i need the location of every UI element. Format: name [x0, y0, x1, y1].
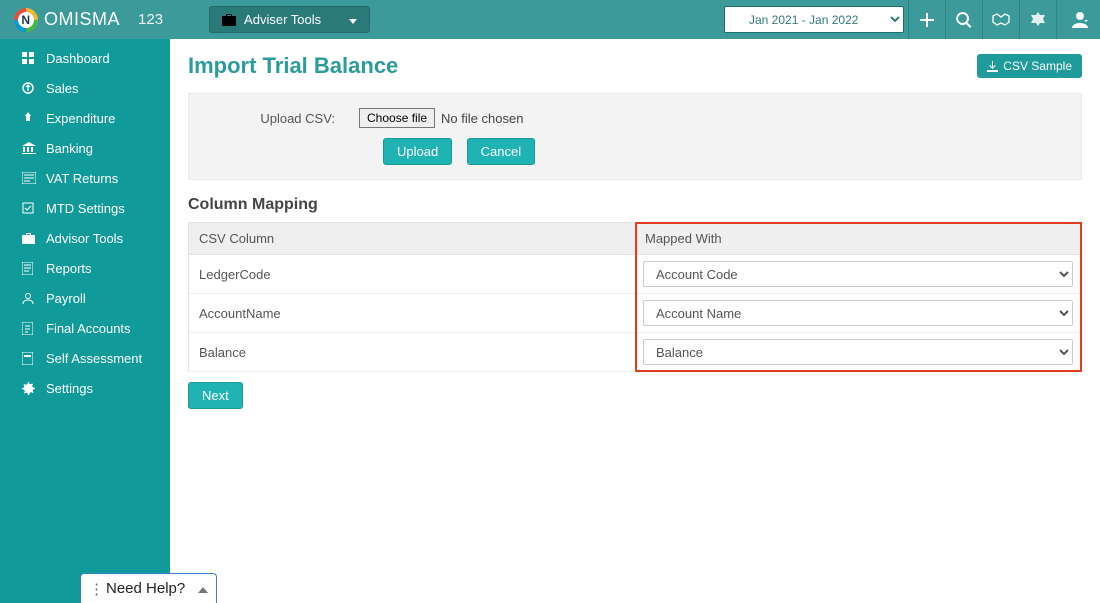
main-content: Import Trial Balance CSV Sample Upload C…: [170, 39, 1100, 603]
mapping-row: LedgerCode Account Code: [189, 255, 1082, 294]
crest-button[interactable]: [1019, 0, 1056, 39]
gear-icon: [22, 382, 42, 395]
brand-text: OMISMA: [44, 9, 120, 30]
sidebar-item-label: Dashboard: [46, 51, 110, 66]
mapping-row: AccountName Account Name: [189, 294, 1082, 333]
adviser-tools-dropdown[interactable]: Adviser Tools: [209, 6, 370, 33]
drag-handle-icon: ⋮: [89, 580, 102, 598]
download-icon: [987, 61, 998, 72]
adviser-tools-label: Adviser Tools: [244, 12, 321, 27]
briefcase-icon: [22, 233, 42, 244]
no-file-chosen-text: No file chosen: [441, 111, 523, 126]
sidebar-item-label: MTD Settings: [46, 201, 125, 216]
mapped-with-select[interactable]: Account Name: [643, 300, 1073, 326]
expenditure-icon: [22, 112, 42, 124]
cancel-button[interactable]: Cancel: [467, 138, 535, 165]
topbar: N OMISMA 123 Adviser Tools Jan 2021 - Ja…: [0, 0, 1100, 39]
page-title: Import Trial Balance: [188, 53, 398, 79]
sidebar-item-label: Sales: [46, 81, 79, 96]
csv-sample-label: CSV Sample: [1003, 59, 1072, 73]
csv-column-cell: AccountName: [189, 294, 636, 333]
topbar-right: Jan 2021 - Jan 2022: [724, 0, 1100, 39]
page-header: Import Trial Balance CSV Sample: [188, 53, 1082, 79]
final-accounts-icon: [22, 322, 42, 335]
sidebar-item-advisor-tools[interactable]: Advisor Tools: [0, 223, 170, 253]
mapped-with-select[interactable]: Account Code: [643, 261, 1073, 287]
upload-csv-label: Upload CSV:: [209, 111, 359, 126]
sidebar-item-expenditure[interactable]: Expenditure: [0, 103, 170, 133]
sidebar-item-label: Banking: [46, 141, 93, 156]
sidebar-item-label: Reports: [46, 261, 92, 276]
reports-icon: [22, 262, 42, 275]
client-code: 123: [138, 11, 163, 28]
need-help-label: Need Help?: [106, 580, 185, 597]
mapped-with-header: Mapped With: [635, 223, 1082, 255]
mapped-with-select[interactable]: Balance: [643, 339, 1073, 365]
vat-icon: [22, 172, 42, 184]
sales-icon: [22, 82, 42, 94]
column-mapping-title: Column Mapping: [188, 196, 1082, 214]
upload-panel: Upload CSV: Choose file No file chosen U…: [188, 93, 1082, 180]
sidebar: Dashboard Sales Expenditure Banking VAT …: [0, 39, 170, 603]
csv-column-cell: Balance: [189, 333, 636, 372]
caret-down-icon: [349, 12, 357, 27]
chevron-up-icon: [198, 580, 208, 597]
sidebar-item-final-accounts[interactable]: Final Accounts: [0, 313, 170, 343]
sidebar-item-label: Final Accounts: [46, 321, 131, 336]
add-button[interactable]: [908, 0, 945, 39]
sidebar-item-label: Payroll: [46, 291, 86, 306]
upload-button[interactable]: Upload: [383, 138, 452, 165]
logo: N OMISMA: [0, 8, 120, 32]
sidebar-item-vat-returns[interactable]: VAT Returns: [0, 163, 170, 193]
next-button[interactable]: Next: [188, 382, 243, 409]
sidebar-item-label: Expenditure: [46, 111, 115, 126]
mtd-icon: [22, 202, 42, 214]
sidebar-item-dashboard[interactable]: Dashboard: [0, 43, 170, 73]
need-help-widget[interactable]: ⋮ Need Help?: [80, 573, 217, 603]
sidebar-item-label: VAT Returns: [46, 171, 118, 186]
csv-column-cell: LedgerCode: [189, 255, 636, 294]
mapping-row: Balance Balance: [189, 333, 1082, 372]
payroll-icon: [22, 292, 42, 304]
sidebar-item-label: Self Assessment: [46, 351, 142, 366]
sidebar-item-self-assessment[interactable]: Self Assessment: [0, 343, 170, 373]
handshake-button[interactable]: [982, 0, 1019, 39]
dashboard-icon: [22, 52, 42, 64]
sidebar-item-settings[interactable]: Settings: [0, 373, 170, 403]
sidebar-item-sales[interactable]: Sales: [0, 73, 170, 103]
sidebar-item-reports[interactable]: Reports: [0, 253, 170, 283]
sidebar-item-label: Settings: [46, 381, 93, 396]
briefcase-icon: [222, 14, 236, 26]
period-dropdown[interactable]: Jan 2021 - Jan 2022: [724, 6, 904, 33]
column-mapping-table: CSV Column Mapped With LedgerCode Accoun…: [188, 222, 1082, 372]
self-assessment-icon: [22, 352, 42, 365]
sidebar-item-payroll[interactable]: Payroll: [0, 283, 170, 313]
logo-mark-icon: N: [14, 8, 38, 32]
banking-icon: [22, 142, 42, 154]
csv-sample-button[interactable]: CSV Sample: [977, 54, 1082, 78]
period-select[interactable]: Jan 2021 - Jan 2022: [724, 6, 904, 33]
csv-column-header: CSV Column: [189, 223, 636, 255]
search-button[interactable]: [945, 0, 982, 39]
choose-file-button[interactable]: Choose file: [359, 108, 435, 128]
sidebar-item-label: Advisor Tools: [46, 231, 123, 246]
sidebar-item-banking[interactable]: Banking: [0, 133, 170, 163]
user-menu[interactable]: [1056, 0, 1100, 39]
sidebar-item-mtd-settings[interactable]: MTD Settings: [0, 193, 170, 223]
